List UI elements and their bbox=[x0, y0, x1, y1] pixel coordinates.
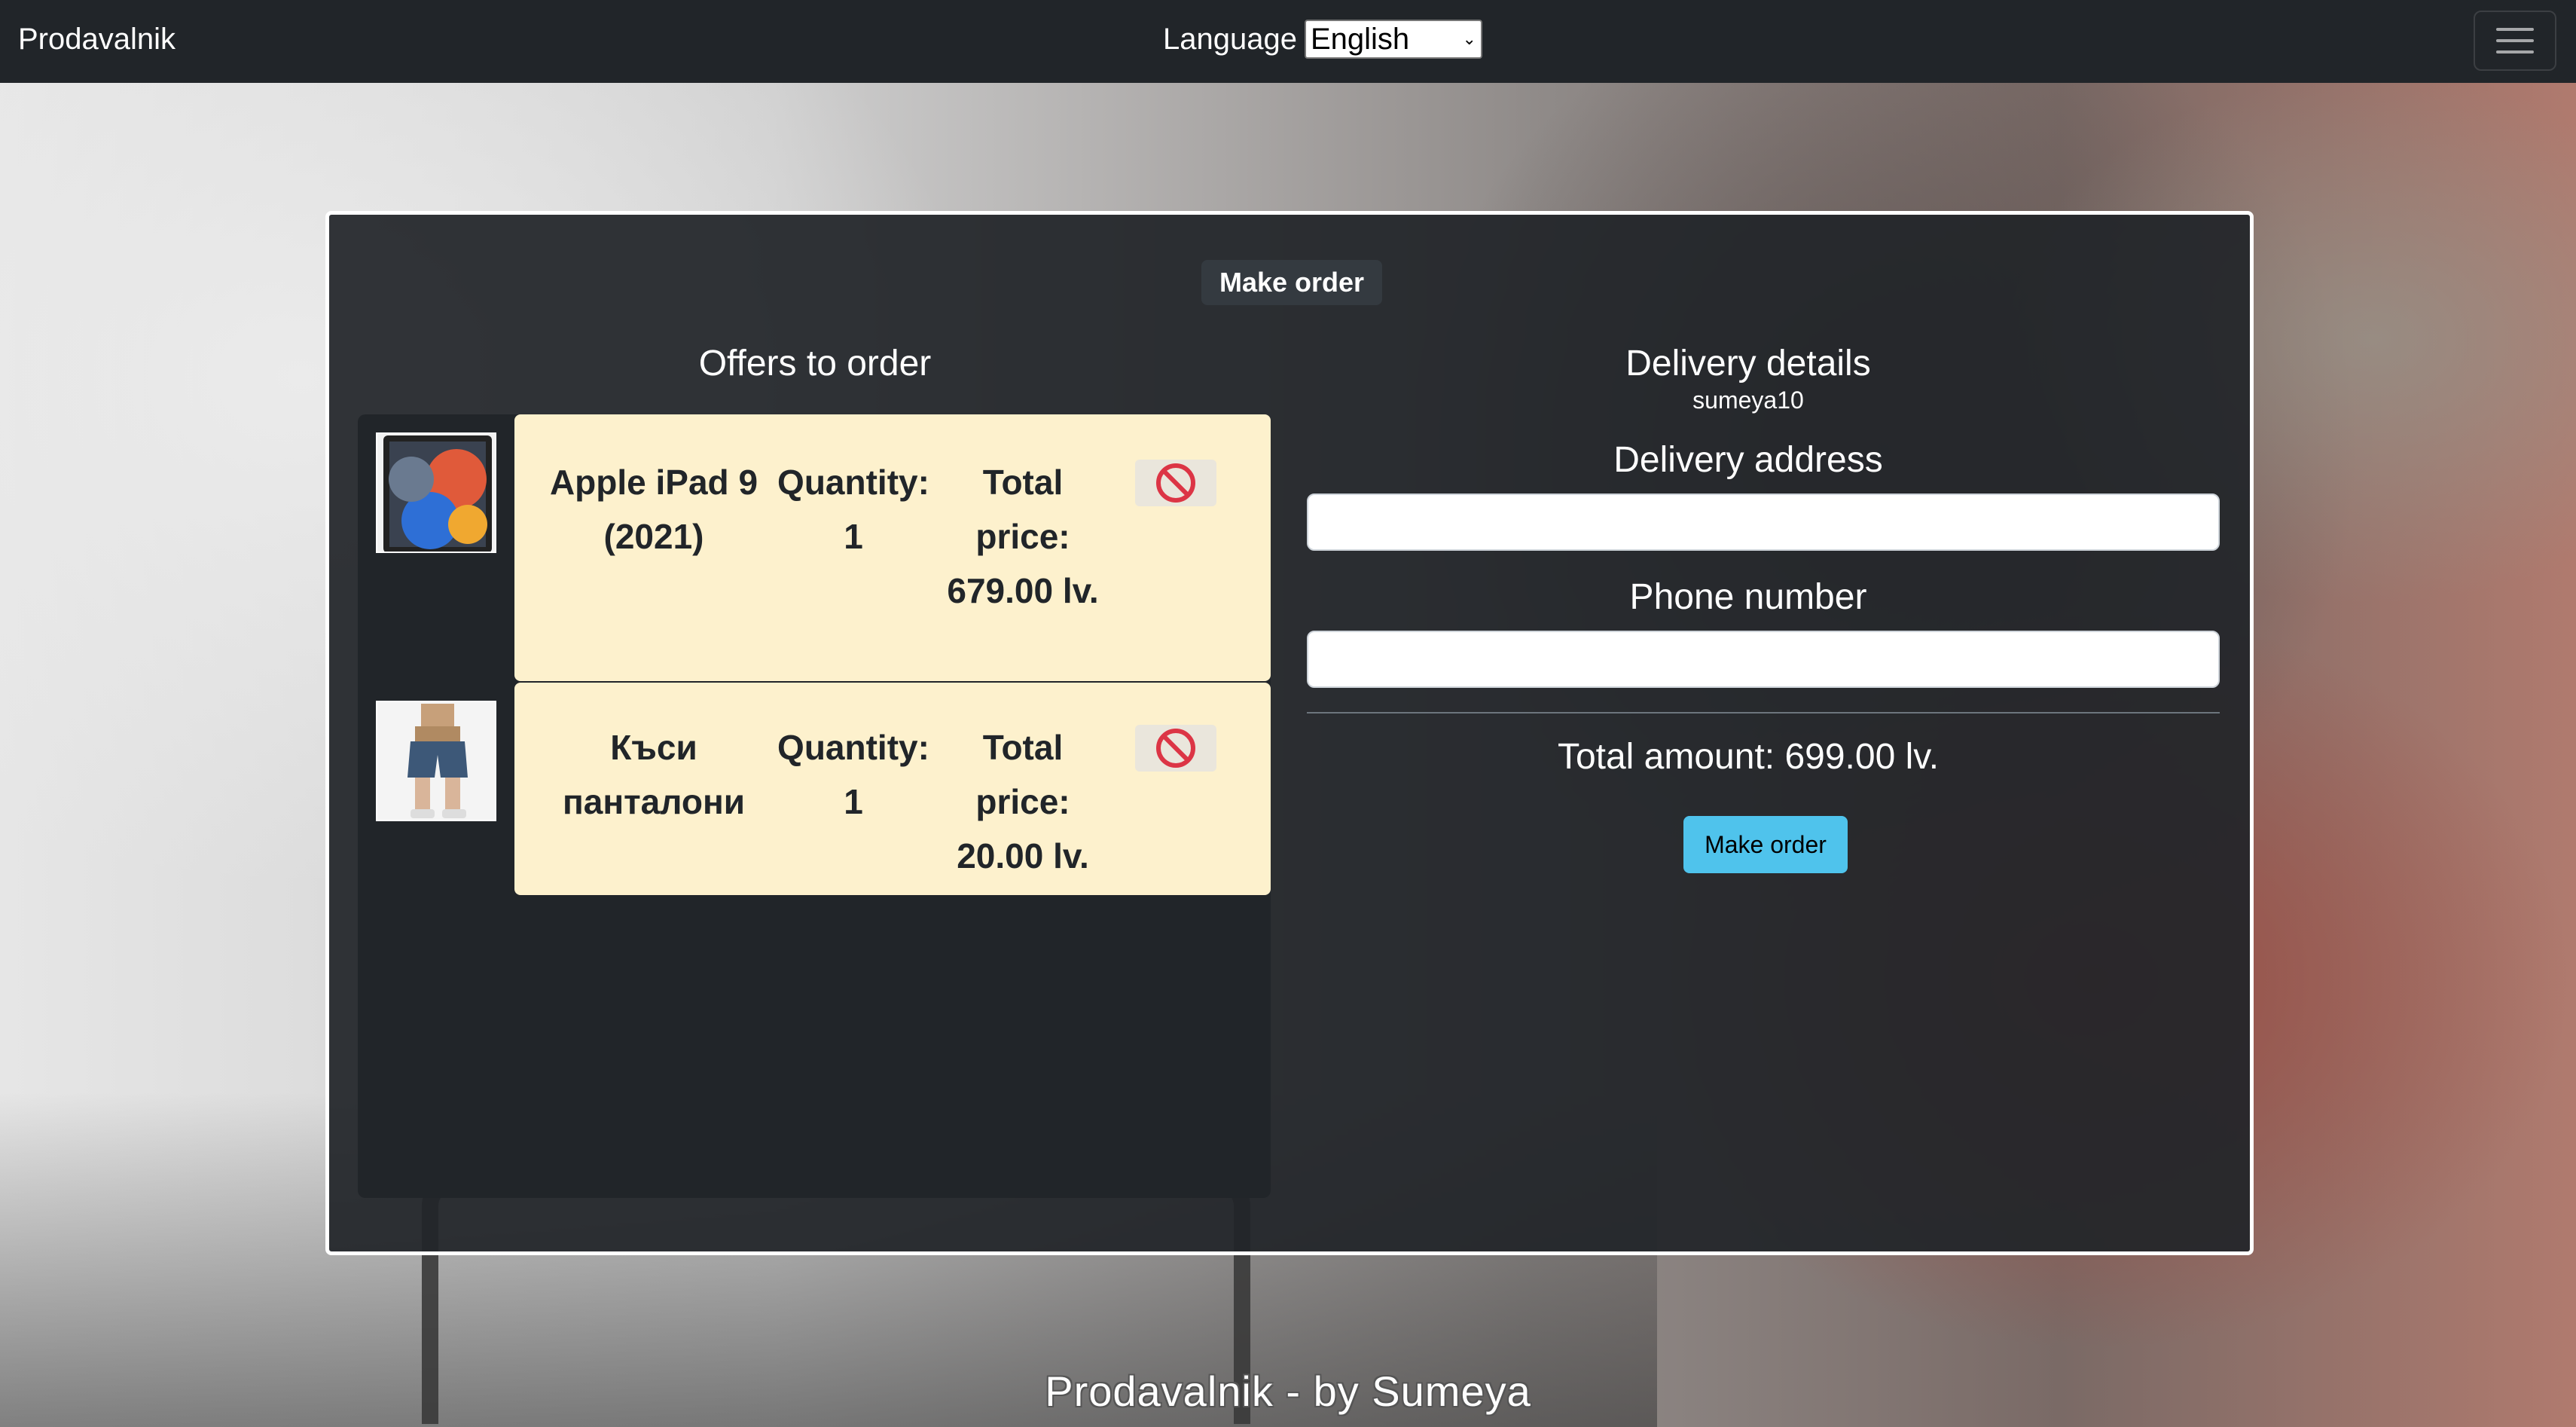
delivery-address-label: Delivery address bbox=[1613, 440, 1883, 480]
page-title: Make order bbox=[1201, 260, 1382, 305]
language-select[interactable]: English ⌄ bbox=[1304, 20, 1482, 59]
offer-card: Къси панталони Quantity: 1 Total price: … bbox=[514, 683, 1271, 895]
make-order-button[interactable]: Make order bbox=[1683, 816, 1848, 873]
phone-number-label: Phone number bbox=[1629, 577, 1867, 617]
order-panel: Make order Offers to order Apple iPad 9 … bbox=[325, 211, 2254, 1255]
offer-name[interactable]: Apple iPad 9 (2021) bbox=[545, 455, 763, 564]
offer-card: Apple iPad 9 (2021) Quantity: 1 Total pr… bbox=[514, 414, 1271, 681]
quantity-value: 1 bbox=[844, 782, 863, 821]
brand-link[interactable]: Prodavalnik bbox=[18, 23, 175, 57]
chevron-down-icon: ⌄ bbox=[1462, 29, 1476, 48]
remove-offer-button[interactable] bbox=[1135, 725, 1216, 772]
hamburger-icon bbox=[2496, 28, 2534, 31]
offer-quantity: Quantity: 1 bbox=[771, 455, 936, 564]
divider bbox=[1307, 712, 2220, 714]
quantity-label: Quantity: bbox=[777, 728, 929, 767]
delivery-address-input[interactable] bbox=[1307, 493, 2220, 551]
hamburger-icon-line bbox=[2496, 50, 2534, 53]
list-item: Apple iPad 9 (2021) Quantity: 1 Total pr… bbox=[358, 414, 1271, 681]
total-amount: Total amount: 699.00 lv. bbox=[1557, 737, 1940, 777]
offer-quantity: Quantity: 1 bbox=[771, 720, 936, 829]
remove-offer-button[interactable] bbox=[1135, 460, 1216, 506]
prohibited-icon bbox=[1156, 463, 1195, 503]
offers-heading: Offers to order bbox=[698, 344, 932, 383]
username: sumeya10 bbox=[1692, 387, 1804, 414]
list-item: Къси панталони Quantity: 1 Total price: … bbox=[358, 683, 1271, 895]
language-label: Language bbox=[1163, 22, 1297, 56]
offer-total-price: Total price: 679.00 lv. bbox=[947, 463, 1099, 610]
hamburger-icon-line bbox=[2496, 39, 2534, 42]
offer-name[interactable]: Къси панталони bbox=[545, 720, 763, 829]
tablet-image[interactable] bbox=[376, 432, 496, 553]
prohibited-icon bbox=[1156, 729, 1195, 768]
language-switcher: Language English ⌄ bbox=[1163, 20, 1482, 59]
delivery-heading: Delivery details bbox=[1625, 344, 1871, 383]
navbar: Prodavalnik Language English ⌄ bbox=[0, 0, 2576, 83]
quantity-value: 1 bbox=[844, 517, 863, 556]
offer-total-price: Total price: 20.00 lv. bbox=[957, 728, 1089, 875]
menu-toggle-button[interactable] bbox=[2474, 11, 2556, 71]
quantity-label: Quantity: bbox=[777, 463, 929, 502]
phone-number-input[interactable] bbox=[1307, 631, 2220, 688]
footer-text: Prodavalnik - by Sumeya bbox=[1045, 1367, 1531, 1415]
shorts-image[interactable] bbox=[376, 701, 496, 821]
offers-list: Apple iPad 9 (2021) Quantity: 1 Total pr… bbox=[358, 414, 1271, 1198]
language-selected-value: English bbox=[1310, 22, 1410, 56]
